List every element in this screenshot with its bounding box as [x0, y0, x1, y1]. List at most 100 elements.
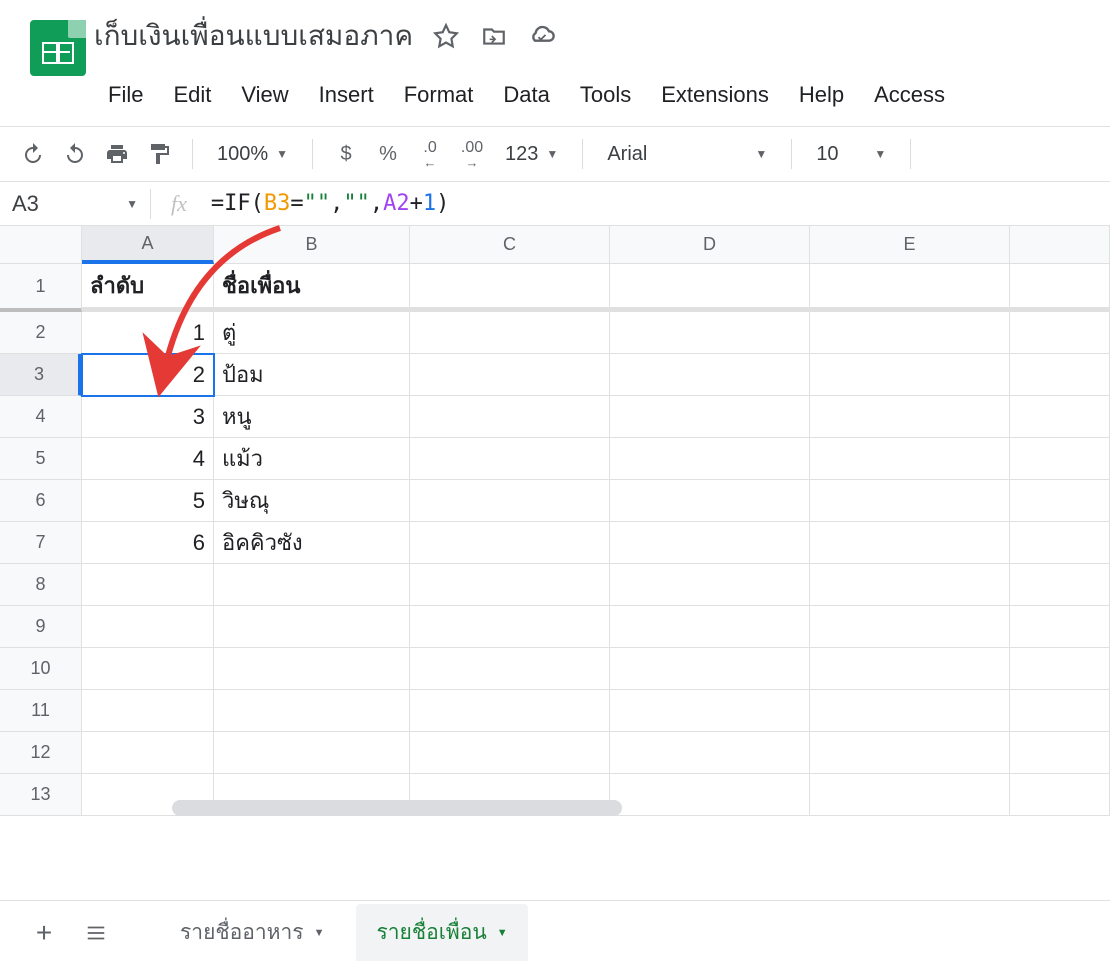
- cell[interactable]: [1010, 438, 1110, 480]
- paint-format-button[interactable]: [140, 135, 178, 173]
- menu-file[interactable]: File: [94, 76, 157, 114]
- cell[interactable]: [810, 396, 1010, 438]
- cloud-status-icon[interactable]: [527, 21, 557, 51]
- cell[interactable]: [810, 438, 1010, 480]
- decrease-decimal-button[interactable]: .0←: [411, 135, 449, 173]
- cell[interactable]: [410, 732, 610, 774]
- cell[interactable]: [810, 774, 1010, 816]
- cell-B1[interactable]: ชื่อเพื่อน: [214, 264, 410, 308]
- font-dropdown[interactable]: Arial▼: [597, 135, 777, 173]
- cell-B5[interactable]: แม้ว: [214, 438, 410, 480]
- document-title[interactable]: เก็บเงินเพื่อนแบบเสมอภาค: [94, 14, 413, 58]
- menu-data[interactable]: Data: [489, 76, 563, 114]
- select-all-corner[interactable]: [0, 226, 82, 264]
- cell[interactable]: [410, 648, 610, 690]
- row-header-11[interactable]: 11: [0, 690, 82, 732]
- cell-B7[interactable]: อิคคิวซัง: [214, 522, 410, 564]
- cell[interactable]: [810, 564, 1010, 606]
- row-header-1[interactable]: 1: [0, 264, 82, 312]
- cell[interactable]: [82, 648, 214, 690]
- cell-F1[interactable]: [1010, 264, 1110, 308]
- cell[interactable]: [810, 732, 1010, 774]
- redo-button[interactable]: [56, 135, 94, 173]
- cell[interactable]: [1010, 732, 1110, 774]
- cell[interactable]: [410, 312, 610, 354]
- cell[interactable]: [610, 732, 810, 774]
- cell-B2[interactable]: ตู่: [214, 312, 410, 354]
- cell[interactable]: [410, 606, 610, 648]
- menu-tools[interactable]: Tools: [566, 76, 645, 114]
- cell[interactable]: [810, 312, 1010, 354]
- number-format-dropdown[interactable]: 123▼: [495, 135, 568, 173]
- cell-B6[interactable]: วิษณุ: [214, 480, 410, 522]
- cell-A4[interactable]: 3: [82, 396, 214, 438]
- cell[interactable]: [410, 690, 610, 732]
- cell[interactable]: [1010, 522, 1110, 564]
- col-header-C[interactable]: C: [410, 226, 610, 264]
- cell[interactable]: [214, 732, 410, 774]
- menu-view[interactable]: View: [227, 76, 302, 114]
- sheets-logo[interactable]: [30, 20, 86, 76]
- cell[interactable]: [610, 438, 810, 480]
- cell-A5[interactable]: 4: [82, 438, 214, 480]
- cell[interactable]: [810, 690, 1010, 732]
- col-header-A[interactable]: A: [82, 226, 214, 264]
- row-header-12[interactable]: 12: [0, 732, 82, 774]
- currency-button[interactable]: $: [327, 135, 365, 173]
- row-header-4[interactable]: 4: [0, 396, 82, 438]
- cell[interactable]: [810, 606, 1010, 648]
- row-header-10[interactable]: 10: [0, 648, 82, 690]
- percent-button[interactable]: %: [369, 135, 407, 173]
- cell[interactable]: [1010, 690, 1110, 732]
- cell[interactable]: [610, 606, 810, 648]
- add-sheet-button[interactable]: +: [24, 913, 64, 953]
- cell-A3[interactable]: 2: [82, 354, 214, 396]
- col-header-B[interactable]: B: [214, 226, 410, 264]
- col-header-E[interactable]: E: [810, 226, 1010, 264]
- cell[interactable]: [610, 690, 810, 732]
- cell[interactable]: [1010, 396, 1110, 438]
- cell[interactable]: [214, 648, 410, 690]
- cell[interactable]: [410, 480, 610, 522]
- menu-help[interactable]: Help: [785, 76, 858, 114]
- cell-D1[interactable]: [610, 264, 810, 308]
- cell[interactable]: [1010, 564, 1110, 606]
- row-header-7[interactable]: 7: [0, 522, 82, 564]
- cell[interactable]: [610, 648, 810, 690]
- cell[interactable]: [1010, 774, 1110, 816]
- row-header-3[interactable]: 3: [0, 354, 82, 396]
- cell-E1[interactable]: [810, 264, 1010, 308]
- cell[interactable]: [810, 522, 1010, 564]
- increase-decimal-button[interactable]: .00→: [453, 135, 491, 173]
- cell[interactable]: [610, 354, 810, 396]
- cell[interactable]: [82, 690, 214, 732]
- horizontal-scrollbar[interactable]: [172, 800, 622, 816]
- cell[interactable]: [410, 522, 610, 564]
- col-header-F[interactable]: [1010, 226, 1110, 264]
- cell[interactable]: [82, 732, 214, 774]
- formula-input[interactable]: =IF(B3="","",A2+1): [207, 191, 1110, 216]
- cell[interactable]: [410, 564, 610, 606]
- menu-format[interactable]: Format: [390, 76, 488, 114]
- name-box[interactable]: A3▼: [0, 191, 150, 217]
- all-sheets-button[interactable]: [76, 913, 116, 953]
- cell[interactable]: [610, 522, 810, 564]
- sheet-tab-2[interactable]: รายชื่อเพื่อน▼: [356, 904, 527, 961]
- row-header-6[interactable]: 6: [0, 480, 82, 522]
- cell[interactable]: [214, 606, 410, 648]
- move-folder-icon[interactable]: [479, 21, 509, 51]
- cell-A6[interactable]: 5: [82, 480, 214, 522]
- cell[interactable]: [214, 690, 410, 732]
- cell[interactable]: [610, 564, 810, 606]
- cell-A2[interactable]: 1: [82, 312, 214, 354]
- cell[interactable]: [810, 354, 1010, 396]
- cell[interactable]: [410, 438, 610, 480]
- cell-C1[interactable]: [410, 264, 610, 308]
- menu-extensions[interactable]: Extensions: [647, 76, 783, 114]
- cell[interactable]: [410, 396, 610, 438]
- cell[interactable]: [1010, 480, 1110, 522]
- cell[interactable]: [610, 312, 810, 354]
- cell[interactable]: [610, 480, 810, 522]
- row-header-13[interactable]: 13: [0, 774, 82, 816]
- cell[interactable]: [1010, 606, 1110, 648]
